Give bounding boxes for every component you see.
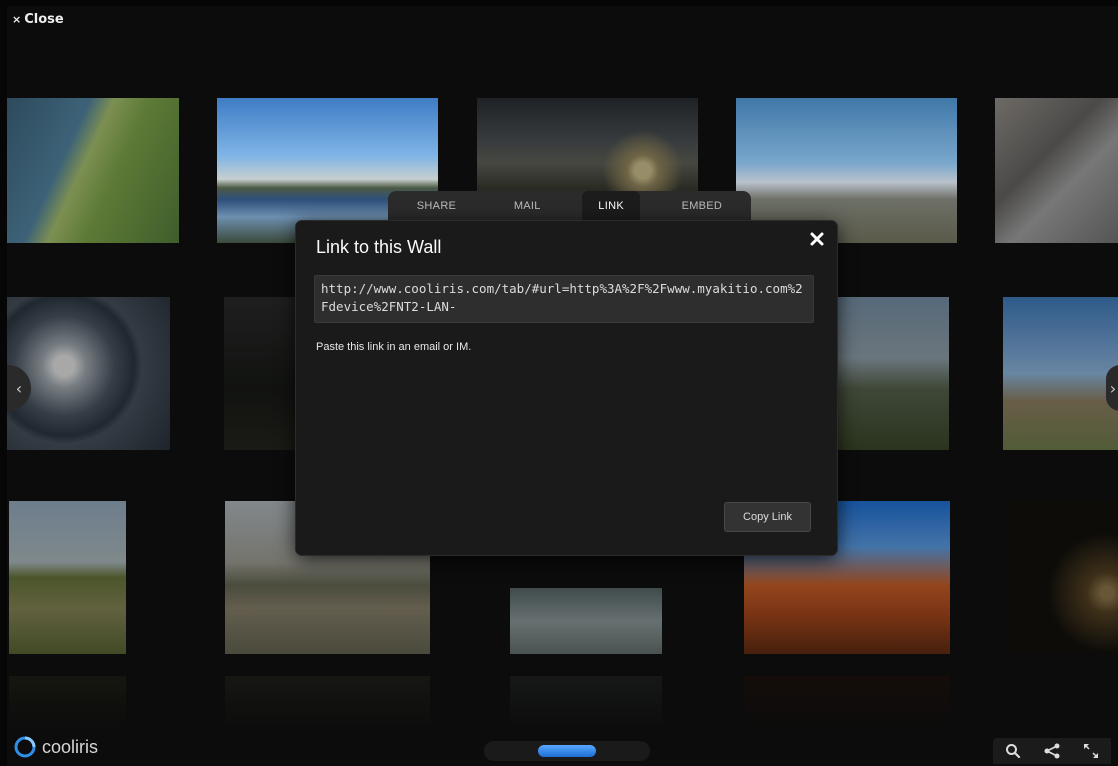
thumbnail[interactable] <box>837 297 949 450</box>
thumbnail[interactable] <box>1006 501 1118 654</box>
close-label: Close <box>24 12 64 27</box>
link-hint-text: Paste this link in an email or IM. <box>316 341 472 353</box>
link-dialog: Link to this Wall http://www.cooliris.co… <box>296 221 837 555</box>
thumbnail[interactable] <box>7 297 170 450</box>
fullscreen-icon[interactable] <box>1081 741 1101 761</box>
share-tab-bar: SHARE MAIL LINK EMBED <box>388 191 751 221</box>
cooliris-logo-icon <box>14 736 36 758</box>
thumbnail[interactable] <box>7 98 179 243</box>
wall-scrollbar[interactable] <box>484 741 650 761</box>
thumbnail[interactable] <box>510 588 662 654</box>
dialog-title: Link to this Wall <box>316 237 442 257</box>
copy-link-button[interactable]: Copy Link <box>724 502 811 532</box>
thumbnail[interactable] <box>1003 297 1118 450</box>
close-x-icon: × <box>12 13 22 26</box>
chevron-left-icon: ‹ <box>15 378 23 398</box>
tab-link[interactable]: LINK <box>582 191 640 221</box>
thumbnail[interactable] <box>224 297 296 450</box>
link-url-field[interactable]: http://www.cooliris.com/tab/#url=http%3A… <box>314 275 814 323</box>
close-button[interactable]: × Close <box>12 12 64 27</box>
dialog-close-icon[interactable] <box>809 231 825 247</box>
cooliris-logo: cooliris <box>14 736 98 758</box>
thumbnail[interactable] <box>995 98 1118 243</box>
logo-text: cooliris <box>42 736 99 757</box>
thumbnail[interactable] <box>9 501 126 654</box>
tab-share[interactable]: SHARE <box>401 194 472 218</box>
scrollbar-thumb[interactable] <box>538 745 596 757</box>
share-icon[interactable] <box>1042 741 1062 761</box>
search-icon[interactable] <box>1003 741 1023 761</box>
tab-mail[interactable]: MAIL <box>498 194 557 218</box>
bottom-toolbar <box>993 738 1111 764</box>
next-page-arrow[interactable]: › <box>1106 365 1118 411</box>
chevron-right-icon: › <box>1109 378 1117 398</box>
thumbnail[interactable] <box>477 98 698 191</box>
tab-embed[interactable]: EMBED <box>666 194 739 218</box>
